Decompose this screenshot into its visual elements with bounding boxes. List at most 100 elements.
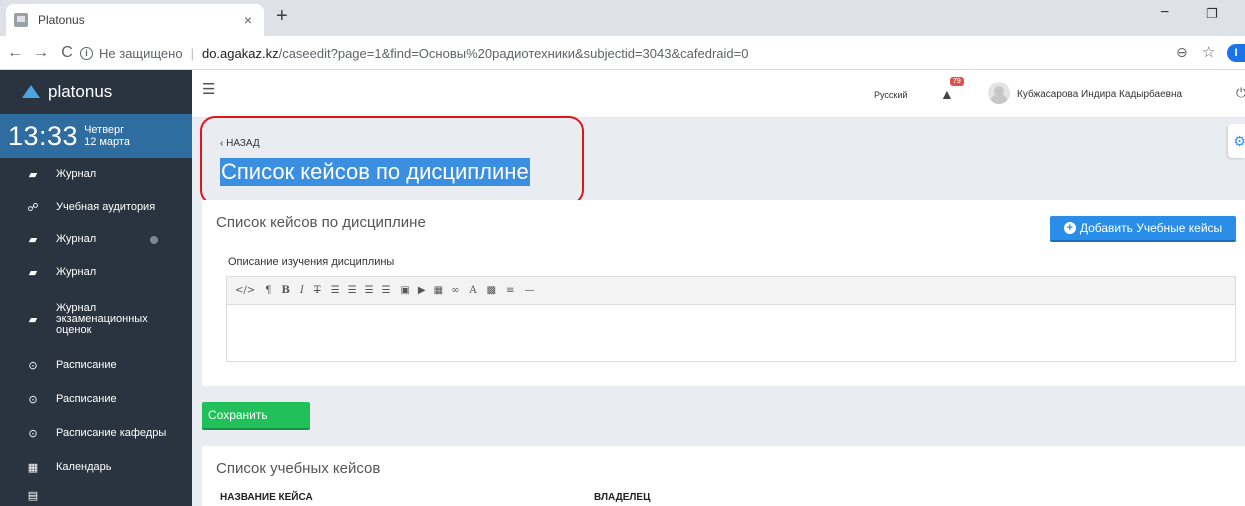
sidebar-item-schedule-2[interactable]: ⊙ Расписание xyxy=(0,382,192,416)
unordered-list-icon[interactable]: ☰ xyxy=(331,285,340,296)
background-color-icon[interactable]: ▩ xyxy=(487,285,496,296)
sidebar-item-label: Расписание xyxy=(56,359,117,371)
platonus-logo-icon xyxy=(22,84,40,98)
brand-name: platonus xyxy=(48,82,113,101)
editor-toolbar: </> ¶ B I T ☰ ☰ ☰ ☰ ▣ ▶ ▦ ∞ A ▩ ≡ — xyxy=(227,277,1235,305)
book-icon: ▰ xyxy=(28,169,38,181)
add-cases-label: Добавить Учебные кейсы xyxy=(1079,221,1223,235)
bookmark-star-icon[interactable]: ☆ xyxy=(1202,43,1215,61)
table-insert-icon[interactable]: ▦ xyxy=(434,285,443,296)
description-label: Описание изучения дисциплины xyxy=(228,256,395,268)
clock-date: Четверг 12 марта xyxy=(84,124,130,148)
sidebar-item-label: Журнал экзаменационных оценок xyxy=(56,301,148,336)
tab-title: Platonus xyxy=(38,13,85,27)
sidebar-item-calendar[interactable]: ▦ Календарь xyxy=(0,450,192,485)
bold-icon[interactable]: B xyxy=(282,285,290,296)
language-selector[interactable]: Русский xyxy=(874,90,907,100)
save-button[interactable]: Сохранить xyxy=(202,402,310,430)
url-path: /caseedit?page=1&find=Основы%20радиотехн… xyxy=(278,45,749,61)
sidebar-item-journal-2[interactable]: ▰ Журнал xyxy=(0,223,192,256)
not-secure-label: Не защищено xyxy=(99,45,183,61)
column-header-owner[interactable]: ВЛАДЕЛЕЦ xyxy=(594,492,650,503)
zoom-icon[interactable]: ⊖ xyxy=(1176,44,1188,61)
align-icon[interactable]: ≡ xyxy=(506,285,514,296)
outdent-icon[interactable]: ☰ xyxy=(365,285,374,296)
sidebar-item-exam-journal[interactable]: ▰ Журнал экзаменационных оценок xyxy=(0,289,192,349)
font-color-icon[interactable]: A xyxy=(469,285,476,296)
forward-arrow-icon[interactable]: → xyxy=(30,44,52,62)
address-bar: ← → C i Не защищено | do.agakaz.kz /case… xyxy=(0,36,1245,70)
users-icon: ☍ xyxy=(27,201,39,214)
red-highlight-annotation xyxy=(200,116,584,205)
url-separator: | xyxy=(190,45,194,61)
sidebar-item-label: Журнал xyxy=(56,266,97,278)
logout-icon[interactable]: ⏻ xyxy=(1236,85,1245,101)
sidebar-item-department-schedule[interactable]: ⊙ Расписание кафедры xyxy=(0,416,192,450)
column-header-case-name[interactable]: НАЗВАНИЕ КЕЙСА xyxy=(220,492,313,503)
restore-window-icon[interactable]: ❐ xyxy=(1206,6,1218,22)
reload-icon[interactable]: C xyxy=(56,44,78,62)
cases-list-card: Список учебных кейсов НАЗВАНИЕ КЕЙСА ВЛА… xyxy=(202,446,1245,506)
italic-icon[interactable]: I xyxy=(300,285,304,296)
editor-body[interactable] xyxy=(227,305,1235,361)
strikethrough-icon[interactable]: T xyxy=(314,285,321,296)
browser-tab[interactable]: Platonus × xyxy=(6,4,264,36)
clock-day: Четверг xyxy=(84,124,125,136)
sidebar: platonus 13:33 Четверг 12 марта ▰ Журнал… xyxy=(0,70,192,506)
sidebar-item-journal[interactable]: ▰ Журнал xyxy=(0,158,192,191)
expand-indicator-icon xyxy=(150,235,158,244)
clock-icon: ⊙ xyxy=(28,393,38,406)
sidebar-item-label: Учебная аудитория xyxy=(56,200,156,213)
browser-tab-bar: Platonus × + − ❐ xyxy=(0,0,1245,36)
cases-list-title: Список учебных кейсов xyxy=(216,460,381,477)
notification-bell-icon[interactable]: ▲ xyxy=(940,86,954,102)
indent-icon[interactable]: ☰ xyxy=(382,285,391,296)
settings-panel-toggle[interactable]: ⚙ xyxy=(1228,124,1245,158)
gear-icon: ⚙ xyxy=(1233,132,1245,149)
sidebar-item-table[interactable]: ▤ xyxy=(0,485,192,505)
info-icon[interactable]: i xyxy=(80,46,93,60)
image-icon[interactable]: ▣ xyxy=(400,285,409,296)
url-host: do.agakaz.kz xyxy=(201,45,279,61)
app-header: ☰ Русский ▲ 79 Кубжасарова Индира Кадырб… xyxy=(192,70,1245,118)
new-tab-icon[interactable]: + xyxy=(276,5,288,28)
paragraph-icon[interactable]: ¶ xyxy=(265,285,271,296)
user-name[interactable]: Кубжасарова Индира Кадырбаевна xyxy=(1017,89,1182,100)
rich-text-editor: </> ¶ B I T ☰ ☰ ☰ ☰ ▣ ▶ ▦ ∞ A ▩ ≡ — xyxy=(226,276,1236,362)
sidebar-item-journal-3[interactable]: ▰ Журнал xyxy=(0,256,192,289)
code-view-icon[interactable]: </> xyxy=(235,285,255,296)
user-avatar[interactable] xyxy=(988,82,1010,104)
add-cases-button[interactable]: + Добавить Учебные кейсы xyxy=(1050,216,1236,242)
book-icon: ▰ xyxy=(28,234,38,246)
url-field[interactable]: i Не защищено | do.agakaz.kz /caseedit?p… xyxy=(80,40,1210,66)
sidebar-item-classroom[interactable]: ☍ Учебная аудитория xyxy=(0,191,192,223)
tab-close-icon[interactable]: × xyxy=(240,12,256,28)
book-icon: ▰ xyxy=(28,313,38,326)
cases-card: Список кейсов по дисциплине + Добавить У… xyxy=(202,200,1245,386)
clock-icon: ⊙ xyxy=(28,360,38,372)
table-icon: ▤ xyxy=(27,489,39,502)
video-icon[interactable]: ▶ xyxy=(418,285,426,296)
sidebar-item-schedule[interactable]: ⊙ Расписание xyxy=(0,349,192,382)
sidebar-item-label: Расписание xyxy=(56,392,117,405)
page-favicon-icon xyxy=(14,13,28,27)
sidebar-item-label: Журнал xyxy=(56,168,97,180)
notification-count-badge: 79 xyxy=(950,77,964,86)
book-icon: ▰ xyxy=(28,267,38,279)
menu-hamburger-icon[interactable]: ☰ xyxy=(202,80,215,98)
sidebar-item-label: Расписание кафедры xyxy=(56,426,167,439)
plus-circle-icon: + xyxy=(1063,222,1076,234)
brand-logo[interactable]: platonus xyxy=(0,70,192,114)
sidebar-item-label: Календарь xyxy=(56,461,112,473)
calendar-icon: ▦ xyxy=(27,462,39,474)
cases-card-title: Список кейсов по дисциплине xyxy=(216,214,426,231)
horizontal-rule-icon[interactable]: — xyxy=(525,285,535,296)
sidebar-item-label: Журнал xyxy=(56,233,97,245)
link-icon[interactable]: ∞ xyxy=(451,285,459,296)
minimize-icon[interactable]: − xyxy=(1160,4,1169,22)
clock-icon: ⊙ xyxy=(28,427,38,440)
clock-widget: 13:33 Четверг 12 марта xyxy=(0,114,192,158)
back-arrow-icon[interactable]: ← xyxy=(4,44,26,62)
profile-avatar[interactable]: I xyxy=(1227,44,1245,62)
ordered-list-icon[interactable]: ☰ xyxy=(348,285,357,296)
